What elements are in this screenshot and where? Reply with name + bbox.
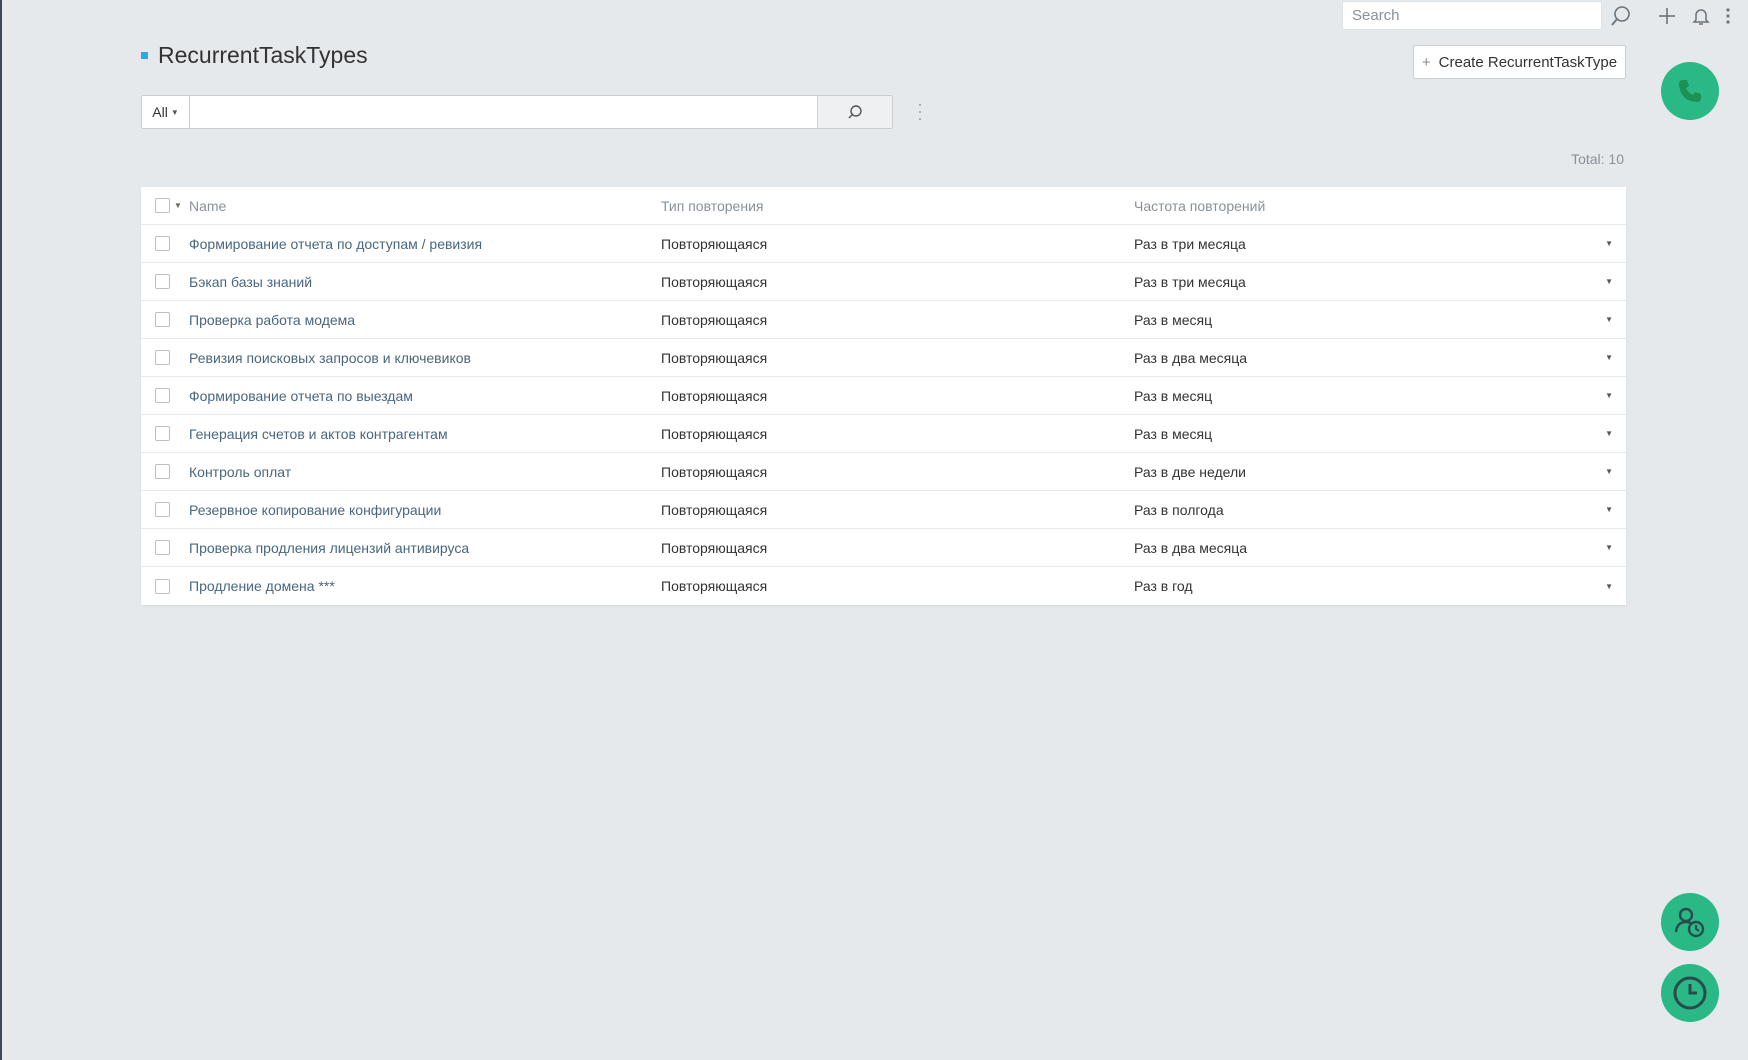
clock-icon — [1673, 976, 1707, 1010]
row-checkbox[interactable] — [155, 502, 170, 517]
search-icon — [848, 105, 862, 119]
bell-icon[interactable] — [1689, 4, 1713, 28]
phone-icon — [1679, 80, 1701, 102]
table-row: Формирование отчета по доступам / ревизи… — [141, 225, 1626, 263]
chevron-down-icon[interactable]: ▼ — [174, 201, 182, 210]
filter-scope-select[interactable]: All ▼ — [141, 95, 189, 129]
row-frequency: Раз в три месяца — [1134, 273, 1246, 290]
row-type: Повторяющаяся — [661, 273, 768, 290]
title-bullet-icon — [141, 52, 148, 59]
create-recurrent-task-type-button[interactable]: + Create RecurrentTaskType — [1413, 45, 1626, 79]
page-title: RecurrentTaskTypes — [141, 42, 368, 69]
row-checkbox[interactable] — [155, 388, 170, 403]
row-actions-chevron-icon[interactable]: ▼ — [1605, 353, 1613, 362]
row-checkbox[interactable] — [155, 426, 170, 441]
row-type: Повторяющаяся — [661, 349, 768, 366]
global-search-input[interactable] — [1342, 1, 1602, 30]
table-row: Ревизия поисковых запросов и ключевиков П… — [141, 339, 1626, 377]
row-name-link[interactable]: Формирование отчета по выездам — [189, 388, 413, 404]
row-checkbox[interactable] — [155, 540, 170, 555]
kebab-menu-icon[interactable] — [1721, 4, 1735, 28]
row-frequency: Раз в месяц — [1134, 387, 1213, 404]
row-actions-chevron-icon[interactable]: ▼ — [1605, 239, 1613, 248]
row-checkbox[interactable] — [155, 312, 170, 327]
row-actions-chevron-icon[interactable]: ▼ — [1605, 543, 1613, 552]
filter-text-input[interactable] — [189, 95, 818, 129]
create-button-label: Create RecurrentTaskType — [1438, 53, 1618, 71]
row-name-link[interactable]: Бэкап базы знаний — [189, 274, 312, 290]
row-frequency: Раз в полгода — [1134, 501, 1224, 518]
page-title-text: RecurrentTaskTypes — [158, 42, 368, 68]
table-row: Контроль оплат Повторяющаяся Раз в две нед… — [141, 453, 1626, 491]
row-name-link[interactable]: Проверка работа модема — [189, 312, 355, 328]
row-name-link[interactable]: Ревизия поисковых запросов и ключевиков — [189, 350, 471, 366]
chevron-down-icon: ▼ — [170, 107, 179, 117]
table-row: Проверка работа модема Повторяющаяся Раз в… — [141, 301, 1626, 339]
total-count: Total: 10 — [1571, 151, 1624, 167]
row-frequency: Раз в три месяца — [1134, 235, 1246, 252]
phone-button[interactable] — [1661, 62, 1719, 120]
row-checkbox[interactable] — [155, 464, 170, 479]
row-type: Повторяющаяся — [661, 387, 768, 404]
clock-button[interactable] — [1661, 964, 1719, 1022]
row-type: Повторяющаяся — [661, 539, 768, 556]
row-type: Повторяющаяся — [661, 425, 768, 442]
row-name-link[interactable]: Контроль оплат — [189, 464, 291, 480]
search-icon[interactable] — [1609, 4, 1633, 28]
table-header-row: ▼ Name Тип повторения Частота повторений — [141, 187, 1626, 225]
row-actions-chevron-icon[interactable]: ▼ — [1605, 277, 1613, 286]
row-type: Повторяющаяся — [661, 235, 768, 252]
row-name-link[interactable]: Проверка продления лицензий антивируса — [189, 540, 469, 556]
table-row: Бэкап базы знаний Повторяющаяся Раз в три … — [141, 263, 1626, 301]
row-name-link[interactable]: Резервное копирование конфигурации — [189, 502, 441, 518]
row-actions-chevron-icon[interactable]: ▼ — [1605, 467, 1613, 476]
row-type: Повторяющаяся — [661, 311, 768, 328]
row-name-link[interactable]: Генерация счетов и актов контрагентам — [189, 426, 448, 442]
row-actions-chevron-icon[interactable]: ▼ — [1605, 582, 1613, 591]
filter-more-icon[interactable] — [914, 104, 926, 120]
users-button[interactable] — [1661, 893, 1719, 951]
table-row: Проверка продления лицензий антивируса По… — [141, 529, 1626, 567]
row-actions-chevron-icon[interactable]: ▼ — [1605, 429, 1613, 438]
column-header-frequency[interactable]: Частота повторений — [1134, 198, 1265, 214]
column-header-name[interactable]: Name — [189, 198, 226, 214]
table-row: Резервное копирование конфигурации Повтор… — [141, 491, 1626, 529]
plus-icon[interactable] — [1655, 4, 1679, 28]
total-value: 10 — [1608, 151, 1624, 167]
total-label: Total: — [1571, 151, 1605, 167]
row-frequency: Раз в две недели — [1134, 463, 1246, 480]
users-icon — [1674, 907, 1705, 938]
row-checkbox[interactable] — [155, 274, 170, 289]
row-checkbox[interactable] — [155, 578, 170, 594]
row-type: Повторяющаяся — [661, 463, 768, 480]
row-frequency: Раз в месяц — [1134, 311, 1213, 328]
row-type: Повторяющаяся — [661, 501, 768, 518]
row-type: Повторяющаяся — [661, 578, 768, 594]
filter-scope-value: All — [152, 104, 168, 120]
filter-bar: All ▼ — [141, 95, 893, 129]
row-frequency: Раз в месяц — [1134, 425, 1213, 442]
records-table: ▼ Name Тип повторения Частота повторений… — [141, 187, 1626, 605]
table-row: Продление домена *** Повторяющаяся Раз в г… — [141, 567, 1626, 605]
table-row: Формирование отчета по выездам Повторяюща… — [141, 377, 1626, 415]
row-actions-chevron-icon[interactable]: ▼ — [1605, 505, 1613, 514]
select-all-checkbox[interactable] — [155, 198, 170, 213]
plus-icon: + — [1421, 53, 1431, 71]
row-actions-chevron-icon[interactable]: ▼ — [1605, 391, 1613, 400]
row-frequency: Раз в год — [1134, 578, 1193, 594]
row-frequency: Раз в два месяца — [1134, 349, 1248, 366]
column-header-type[interactable]: Тип повторения — [661, 198, 763, 214]
row-name-link[interactable]: Продление домена *** — [189, 578, 335, 594]
filter-search-button[interactable] — [818, 95, 893, 129]
row-frequency: Раз в два месяца — [1134, 539, 1248, 556]
row-checkbox[interactable] — [155, 350, 170, 365]
row-checkbox[interactable] — [155, 236, 170, 251]
row-name-link[interactable]: Формирование отчета по доступам / ревизи… — [189, 236, 482, 252]
row-actions-chevron-icon[interactable]: ▼ — [1605, 315, 1613, 324]
table-row: Генерация счетов и актов контрагентам Пов… — [141, 415, 1626, 453]
